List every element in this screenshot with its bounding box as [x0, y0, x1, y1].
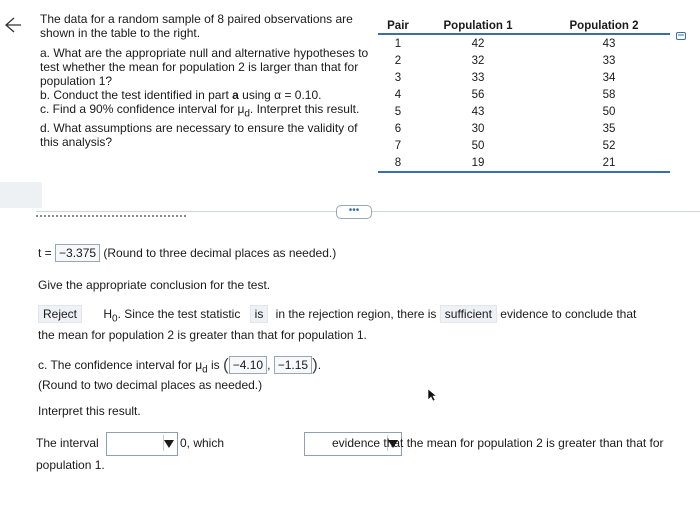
ci-lower-value: −4.10 — [228, 356, 268, 374]
interval-line: The interval 0, which evidence that the … — [36, 432, 696, 456]
divider-dotted — [36, 215, 186, 217]
chevron-down-icon — [164, 440, 174, 448]
sufficient-answer: sufficient — [439, 305, 497, 323]
ci-round-note: (Round to two decimal places as needed.) — [38, 378, 263, 392]
population-1-text: population 1. — [36, 458, 105, 472]
section-divider: ••• — [0, 205, 700, 219]
cell: 52 — [602, 139, 616, 152]
table-row: 6 30 35 — [378, 120, 670, 137]
t-statistic-line: t = −3.375 (Round to three decimal place… — [38, 244, 336, 262]
reject-answer: Reject — [38, 305, 83, 323]
cell: 43 — [471, 105, 485, 118]
cell: 5 — [394, 105, 402, 118]
part-a: a. What are the appropriate null and alt… — [40, 46, 369, 88]
conclusion-line: Reject H0. Since the test statistic is i… — [38, 305, 688, 327]
mouse-cursor-icon — [427, 388, 437, 402]
table-row: 4 56 58 — [378, 86, 670, 103]
part-d: d. What assumptions are necessary to ens… — [40, 121, 358, 150]
cell: 4 — [394, 88, 402, 101]
header-pair: Pair — [378, 20, 418, 35]
problem-statement: The data for a random sample of 8 paired… — [40, 12, 375, 149]
part-b: b. Conduct the test identified in part a… — [40, 88, 375, 102]
dropdown-arrow-wrap — [163, 435, 176, 451]
part-b-prefix: b. Conduct the test identified in part — [40, 88, 233, 102]
the-interval-label: The interval — [36, 436, 99, 450]
conclusion-line-2: the mean for population 2 is greater tha… — [38, 328, 367, 342]
since-text: . Since the test statistic — [117, 307, 241, 321]
copy-data-icon[interactable] — [676, 32, 686, 42]
close-paren: ) — [312, 355, 318, 374]
cell: 33 — [471, 71, 485, 84]
table-row: 8 19 21 — [378, 154, 670, 173]
is-answer: is — [249, 305, 269, 323]
cell: 32 — [471, 54, 485, 67]
cell: 58 — [602, 88, 616, 101]
confidence-interval-line: c. The confidence interval for μd is (−4… — [38, 355, 322, 376]
cell: 1 — [394, 37, 402, 50]
table-row: 3 33 34 — [378, 69, 670, 86]
part-c: c. Find a 90% confidence interval for μd… — [40, 102, 375, 121]
cell: 8 — [378, 154, 418, 173]
interval-dropdown-1[interactable] — [106, 432, 178, 456]
part-b-bold: a — [232, 88, 239, 102]
data-table: Pair Population 1 Population 2 1 42 43 2 32… — [378, 20, 670, 173]
cell: 2 — [394, 54, 402, 67]
header-population-1: Population 1 — [418, 20, 538, 35]
which-text: 0, which — [180, 436, 225, 450]
table-header-row: Pair Population 1 Population 2 — [378, 20, 670, 35]
t-value: −3.375 — [55, 244, 101, 262]
cell: 42 — [471, 37, 485, 50]
part-c-suffix: . Interpret this result. — [249, 102, 360, 116]
interpret-prompt: Interpret this result. — [38, 404, 141, 418]
t-label: t = — [38, 246, 56, 260]
back-arrow-icon[interactable] — [2, 14, 22, 36]
ci-prefix: c. The confidence interval for μ — [38, 358, 203, 372]
evidence-text: evidence to conclude that — [500, 307, 637, 321]
cell: 56 — [471, 88, 485, 101]
conclusion-prompt: Give the appropriate conclusion for the … — [38, 278, 271, 292]
cell: 43 — [602, 37, 616, 50]
cell: 50 — [471, 139, 485, 152]
cell: 19 — [418, 154, 538, 173]
header-population-2: Population 2 — [538, 20, 670, 35]
h0-h: H — [103, 307, 113, 321]
t-note: (Round to three decimal places as needed… — [100, 246, 337, 260]
cell: 6 — [394, 122, 402, 135]
part-c-prefix: c. Find a 90% confidence interval for μ — [40, 102, 245, 116]
cell: 33 — [602, 54, 616, 67]
problem-intro: The data for a random sample of 8 paired… — [40, 12, 353, 40]
cell: 34 — [602, 71, 616, 84]
rejection-text: in the rejection region, there is — [275, 307, 437, 321]
cell: 21 — [538, 154, 670, 173]
part-b-suffix: using α = 0.10. — [238, 88, 322, 102]
table-row: 2 32 33 — [378, 52, 670, 69]
cell: 3 — [394, 71, 402, 84]
cell: 35 — [602, 122, 616, 135]
h0-label: H0 — [103, 307, 117, 324]
interval-evidence-text: evidence that the mean for population 2 … — [332, 436, 664, 450]
cell: 7 — [394, 139, 402, 152]
ci-upper-value: −1.15 — [273, 356, 313, 374]
table-row: 7 50 52 — [378, 137, 670, 154]
table-row: 5 43 50 — [378, 103, 670, 120]
table-row: 1 42 43 — [378, 34, 670, 52]
cell: 30 — [471, 122, 485, 135]
expand-button[interactable]: ••• — [336, 205, 372, 219]
ci-is: is — [207, 358, 224, 372]
cell: 50 — [602, 105, 616, 118]
